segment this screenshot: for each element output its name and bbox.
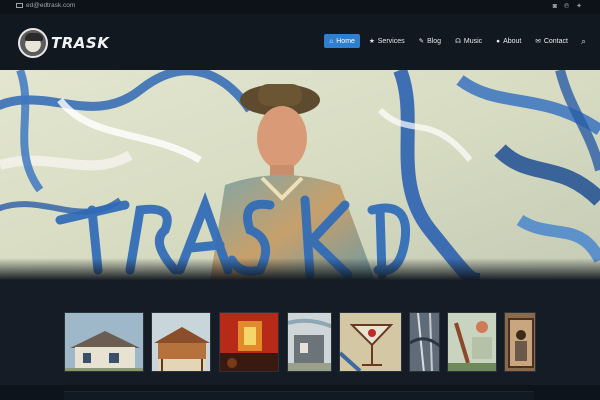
pinterest-icon[interactable]: ℗	[564, 2, 569, 11]
nav-label: About	[503, 37, 522, 45]
social-links: ◙ ℗ ✦	[553, 2, 582, 11]
nav-label: Music	[463, 37, 483, 45]
star-icon: ★	[368, 37, 375, 45]
email-text: ed@edtrask.com	[26, 2, 76, 9]
content-panel	[64, 391, 534, 400]
gallery-thumbnail[interactable]	[287, 312, 332, 372]
logo-avatar	[18, 28, 48, 58]
pencil-icon: ✎	[418, 37, 425, 45]
gallery-thumbnail[interactable]	[339, 312, 402, 372]
contact-email[interactable]: ed@edtrask.com	[16, 2, 75, 9]
headphones-icon: ☊	[455, 37, 461, 45]
hero-banner	[0, 70, 600, 280]
hero-painting	[0, 70, 600, 280]
user-icon: ●	[496, 37, 501, 45]
gallery-thumbnail[interactable]	[409, 312, 440, 372]
gallery-thumbnail[interactable]	[64, 312, 144, 372]
main-nav: ⌂ Home ★ Services ✎ Blog ☊ Music ● About…	[324, 34, 586, 48]
nav-label: Home	[336, 37, 355, 45]
instagram-icon[interactable]: ◙	[553, 2, 557, 11]
envelope-icon: ✉	[535, 37, 541, 45]
nav-label: Services	[377, 37, 405, 45]
gallery-thumbnail[interactable]	[151, 312, 211, 372]
nav-home[interactable]: ⌂ Home	[324, 34, 360, 48]
search-icon[interactable]: ⌕	[581, 36, 586, 47]
hero-fade	[0, 258, 600, 280]
nav-label: Blog	[427, 37, 442, 45]
gallery-thumbnail[interactable]	[219, 312, 279, 372]
gallery-strip	[0, 280, 600, 385]
home-icon: ⌂	[329, 37, 334, 45]
logo-wordmark: TRASK	[51, 34, 110, 52]
twitter-icon[interactable]: ✦	[576, 2, 582, 11]
gallery-thumbnail[interactable]	[504, 312, 536, 372]
nav-label: Contact	[543, 37, 568, 45]
content-section-start	[0, 385, 600, 400]
top-bar: ed@edtrask.com ◙ ℗ ✦	[0, 0, 600, 14]
nav-blog[interactable]: ✎ Blog	[414, 34, 446, 48]
nav-about[interactable]: ● About	[491, 34, 526, 48]
site-logo[interactable]: TRASK	[18, 28, 109, 58]
nav-music[interactable]: ☊ Music	[450, 34, 487, 48]
nav-contact[interactable]: ✉ Contact	[530, 34, 573, 48]
envelope-icon	[16, 3, 23, 8]
site-header: TRASK ⌂ Home ★ Services ✎ Blog ☊ Music ●…	[0, 14, 600, 70]
gallery-thumbnail[interactable]	[447, 312, 497, 372]
nav-services[interactable]: ★ Services	[364, 34, 410, 48]
